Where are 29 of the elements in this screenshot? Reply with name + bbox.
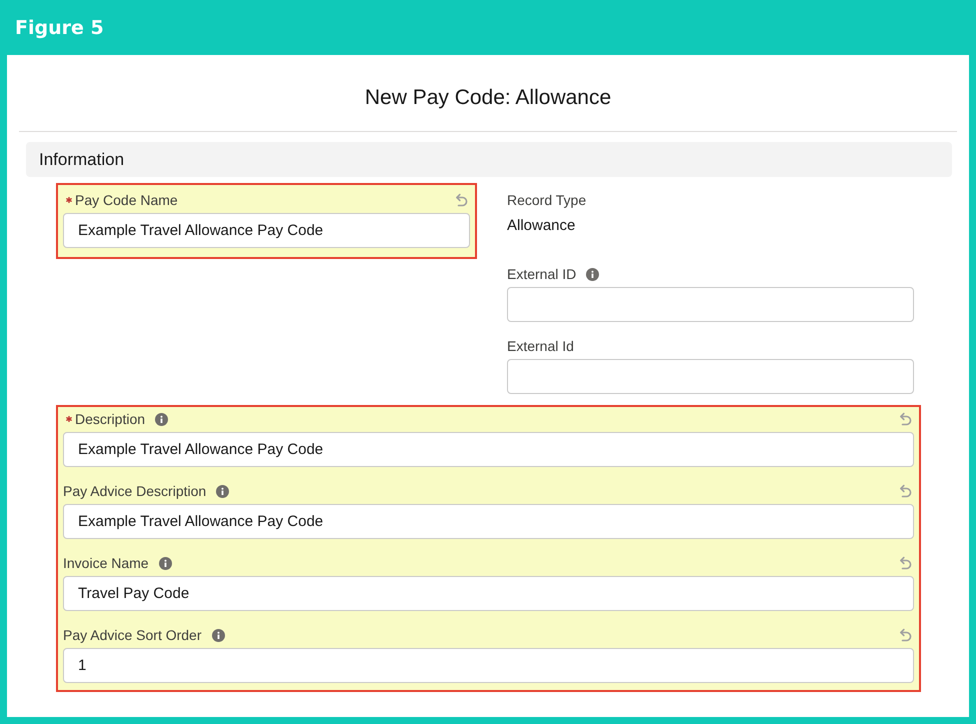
info-icon[interactable] — [216, 484, 230, 498]
field-label: Description — [75, 411, 146, 427]
field-label: Pay Code Name — [75, 192, 178, 208]
text-field[interactable]: Travel Pay Code — [63, 576, 914, 611]
text-field[interactable] — [507, 359, 914, 394]
text-field[interactable]: Example Travel Allowance Pay Code — [63, 432, 914, 467]
field-label: Pay Advice Description — [63, 483, 206, 499]
field-label: External ID — [507, 266, 576, 282]
text-field[interactable] — [507, 287, 914, 322]
undo-icon[interactable] — [454, 193, 468, 207]
undo-icon[interactable] — [898, 412, 912, 426]
field-label: Invoice Name — [63, 555, 149, 571]
section-header: Information — [26, 142, 952, 177]
field-value: Allowance — [507, 216, 576, 236]
field-label: Pay Advice Sort Order — [63, 627, 202, 643]
info-icon[interactable] — [586, 268, 600, 280]
info-icon[interactable] — [212, 628, 225, 642]
figure-caption: Figure 5 — [15, 16, 104, 38]
field-label: External Id — [507, 338, 574, 354]
undo-icon[interactable] — [898, 556, 912, 570]
info-icon[interactable] — [155, 412, 168, 426]
undo-icon[interactable] — [898, 484, 912, 498]
undo-icon[interactable] — [898, 628, 912, 642]
text-field[interactable]: 1 — [63, 648, 914, 683]
modal-title: New Pay Code: Allowance — [364, 85, 612, 111]
info-icon[interactable] — [158, 556, 172, 570]
text-field[interactable]: Example Travel Allowance Pay Code — [63, 213, 470, 248]
field-label: Record Type — [507, 192, 586, 208]
text-field[interactable]: Example Travel Allowance Pay Code — [63, 504, 914, 539]
